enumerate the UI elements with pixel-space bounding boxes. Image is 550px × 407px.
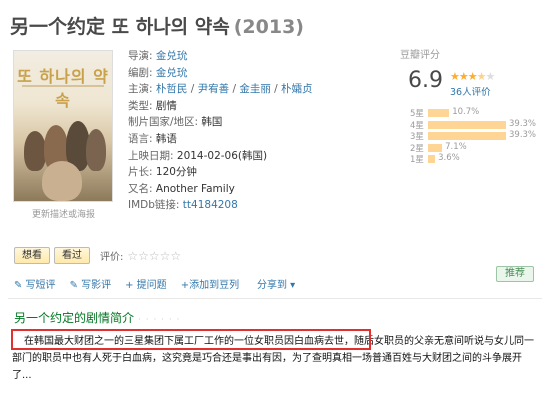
movie-year: (2013) xyxy=(233,16,304,38)
rate-stars-icon[interactable]: ☆☆☆☆☆ xyxy=(127,249,181,263)
rating-bar-label: 1星 xyxy=(410,155,424,166)
summary-heading-dots: · · · · · · xyxy=(138,315,181,325)
rating-title: 豆瓣评分 xyxy=(400,50,440,61)
rate-label: 评价: xyxy=(100,252,124,263)
info-label: 导演: xyxy=(128,50,153,62)
poster-figure xyxy=(42,161,82,201)
info-director: 导演: 金兑玧 xyxy=(128,48,313,65)
rating-bar-percent: 39.3% xyxy=(509,130,537,141)
rating-bar-row: 3星 39.3% xyxy=(410,130,545,142)
update-poster-link[interactable]: 更新描述或海报 xyxy=(32,207,95,220)
movie-info: 导演: 金兑玧 编剧: 金兑玧 主演: 朴哲民 / 尹宥善 / 金圭丽 / 朴孀… xyxy=(128,48,313,214)
runtime-value: 120分钟 xyxy=(155,166,197,179)
director-link[interactable]: 金兑玧 xyxy=(156,50,188,62)
star-icon: ★ xyxy=(485,70,496,83)
rating-bar-percent: 7.1% xyxy=(445,141,467,152)
action-links: ✎ 写短评 ✎ 写影评 + 提问题 +添加到豆列 xyxy=(14,276,253,291)
info-imdb: IMDb链接: tt4184208 xyxy=(128,197,313,214)
info-label: 类型: xyxy=(128,99,153,112)
info-runtime: 片长: 120分钟 xyxy=(128,164,313,181)
info-aka: 又名: Another Family xyxy=(128,181,313,198)
ask-question-link[interactable]: + 提问题 xyxy=(125,276,167,291)
rating-bar-label: 2星 xyxy=(410,143,424,154)
star-icon: ★ xyxy=(458,70,469,83)
rating-stars-icon: ★★★★★ xyxy=(450,70,496,83)
cast-link[interactable]: 朴哲民 xyxy=(156,83,188,95)
rating-bar-percent: 10.7% xyxy=(452,107,480,117)
rating-panel: 豆瓣评分 6.9 ★★★★★ 36人评价 5星 10.7% 4星 39.3% 3星 39.… xyxy=(400,46,545,165)
info-country: 制片国家/地区: 韩国 xyxy=(128,114,313,131)
movie-poster[interactable]: 또 하나의 약속 xyxy=(13,50,113,202)
movie-title: 另一个约定 또 하나의 약속 xyxy=(10,16,230,38)
poster-figure xyxy=(86,129,106,171)
info-language: 语言: 韩语 xyxy=(128,131,313,148)
info-writer: 编剧: 金兑玧 xyxy=(128,65,313,82)
cast-link[interactable]: 朴孀贞 xyxy=(281,83,313,95)
info-cast: 主演: 朴哲民 / 尹宥善 / 金圭丽 / 朴孀贞 xyxy=(128,81,313,98)
info-label: IMDb链接: xyxy=(128,199,180,212)
write-review-link[interactable]: ✎ 写影评 xyxy=(70,276,112,291)
recommend-button[interactable]: 推荐 xyxy=(496,266,534,282)
cast-separator: / xyxy=(187,83,198,96)
star-icon: ★ xyxy=(476,70,487,83)
language-value: 韩语 xyxy=(155,132,177,145)
info-label: 语言: xyxy=(128,132,153,145)
star-icon: ★ xyxy=(467,70,478,83)
rating-bar-fill xyxy=(428,155,436,164)
info-label: 主演: xyxy=(128,83,153,96)
info-label: 片长: xyxy=(128,166,153,179)
rating-bar-label: 3星 xyxy=(410,132,424,143)
rating-bar-row: 2星 7.1% xyxy=(410,142,545,154)
info-label: 制片国家/地区: xyxy=(128,116,199,129)
rating-bar-row: 5星 10.7% xyxy=(410,107,545,119)
imdb-link[interactable]: tt4184208 xyxy=(183,199,238,211)
votes-link[interactable]: 36人评价 xyxy=(450,84,491,98)
writer-link[interactable]: 金兑玧 xyxy=(156,67,188,79)
poster-title-text: 또 하나의 약속 xyxy=(17,67,109,110)
release-value: 2014-02-06(韩国) xyxy=(176,149,268,162)
rating-bar-fill xyxy=(428,143,443,152)
genre-value: 剧情 xyxy=(155,99,177,112)
aka-value: Another Family xyxy=(155,182,235,195)
country-value: 韩国 xyxy=(201,116,223,129)
rating-bar-row: 1星 3.6% xyxy=(410,153,545,165)
info-label: 又名: xyxy=(128,182,153,195)
info-label: 编剧: xyxy=(128,66,153,79)
highlight-box xyxy=(11,329,371,350)
poster-figure xyxy=(24,131,46,171)
poster-tagline-strip xyxy=(22,85,104,87)
summary-heading-text: 另一个约定的剧情简介 xyxy=(14,311,135,325)
share-dropdown[interactable]: 分享到 ▾ xyxy=(257,276,295,291)
cast-link[interactable]: 金圭丽 xyxy=(239,83,271,95)
rating-bar-label: 4星 xyxy=(410,120,424,131)
rating-bar-percent: 39.3% xyxy=(509,118,537,129)
info-genre: 类型: 剧情 xyxy=(128,98,313,115)
summary-heading: 另一个约定的剧情简介 · · · · · · xyxy=(14,309,181,326)
cast-link[interactable]: 尹宥善 xyxy=(198,83,230,95)
mark-buttons: 想看 看过 评价: ☆☆☆☆☆ xyxy=(14,247,181,264)
add-to-list-link[interactable]: +添加到豆列 xyxy=(181,276,239,291)
rating-score: 6.9 xyxy=(408,68,443,93)
rating-bar-label: 5星 xyxy=(410,109,424,119)
info-release: 上映日期: 2014-02-06(韩国) xyxy=(128,148,313,165)
rating-bar-row: 4星 39.3% xyxy=(410,119,545,131)
page-title: 另一个约定 또 하나의 약속 (2013) xyxy=(10,12,304,39)
section-divider xyxy=(8,298,542,299)
want-to-watch-button[interactable]: 想看 xyxy=(14,247,50,264)
cast-separator: / xyxy=(229,83,240,96)
write-short-review-link[interactable]: ✎ 写短评 xyxy=(14,276,56,291)
star-icon: ★ xyxy=(450,70,460,83)
rating-bar-fill xyxy=(428,132,506,141)
rating-bar-fill xyxy=(428,120,506,129)
watched-button[interactable]: 看过 xyxy=(54,247,90,264)
rating-distribution: 5星 10.7% 4星 39.3% 3星 39.3% 2星 7.1% 1星 3.6% xyxy=(410,107,545,165)
rating-bar-fill xyxy=(428,109,450,117)
rating-bar-percent: 3.6% xyxy=(438,153,460,164)
info-label: 上映日期: xyxy=(128,149,174,162)
cast-separator: / xyxy=(270,83,282,96)
